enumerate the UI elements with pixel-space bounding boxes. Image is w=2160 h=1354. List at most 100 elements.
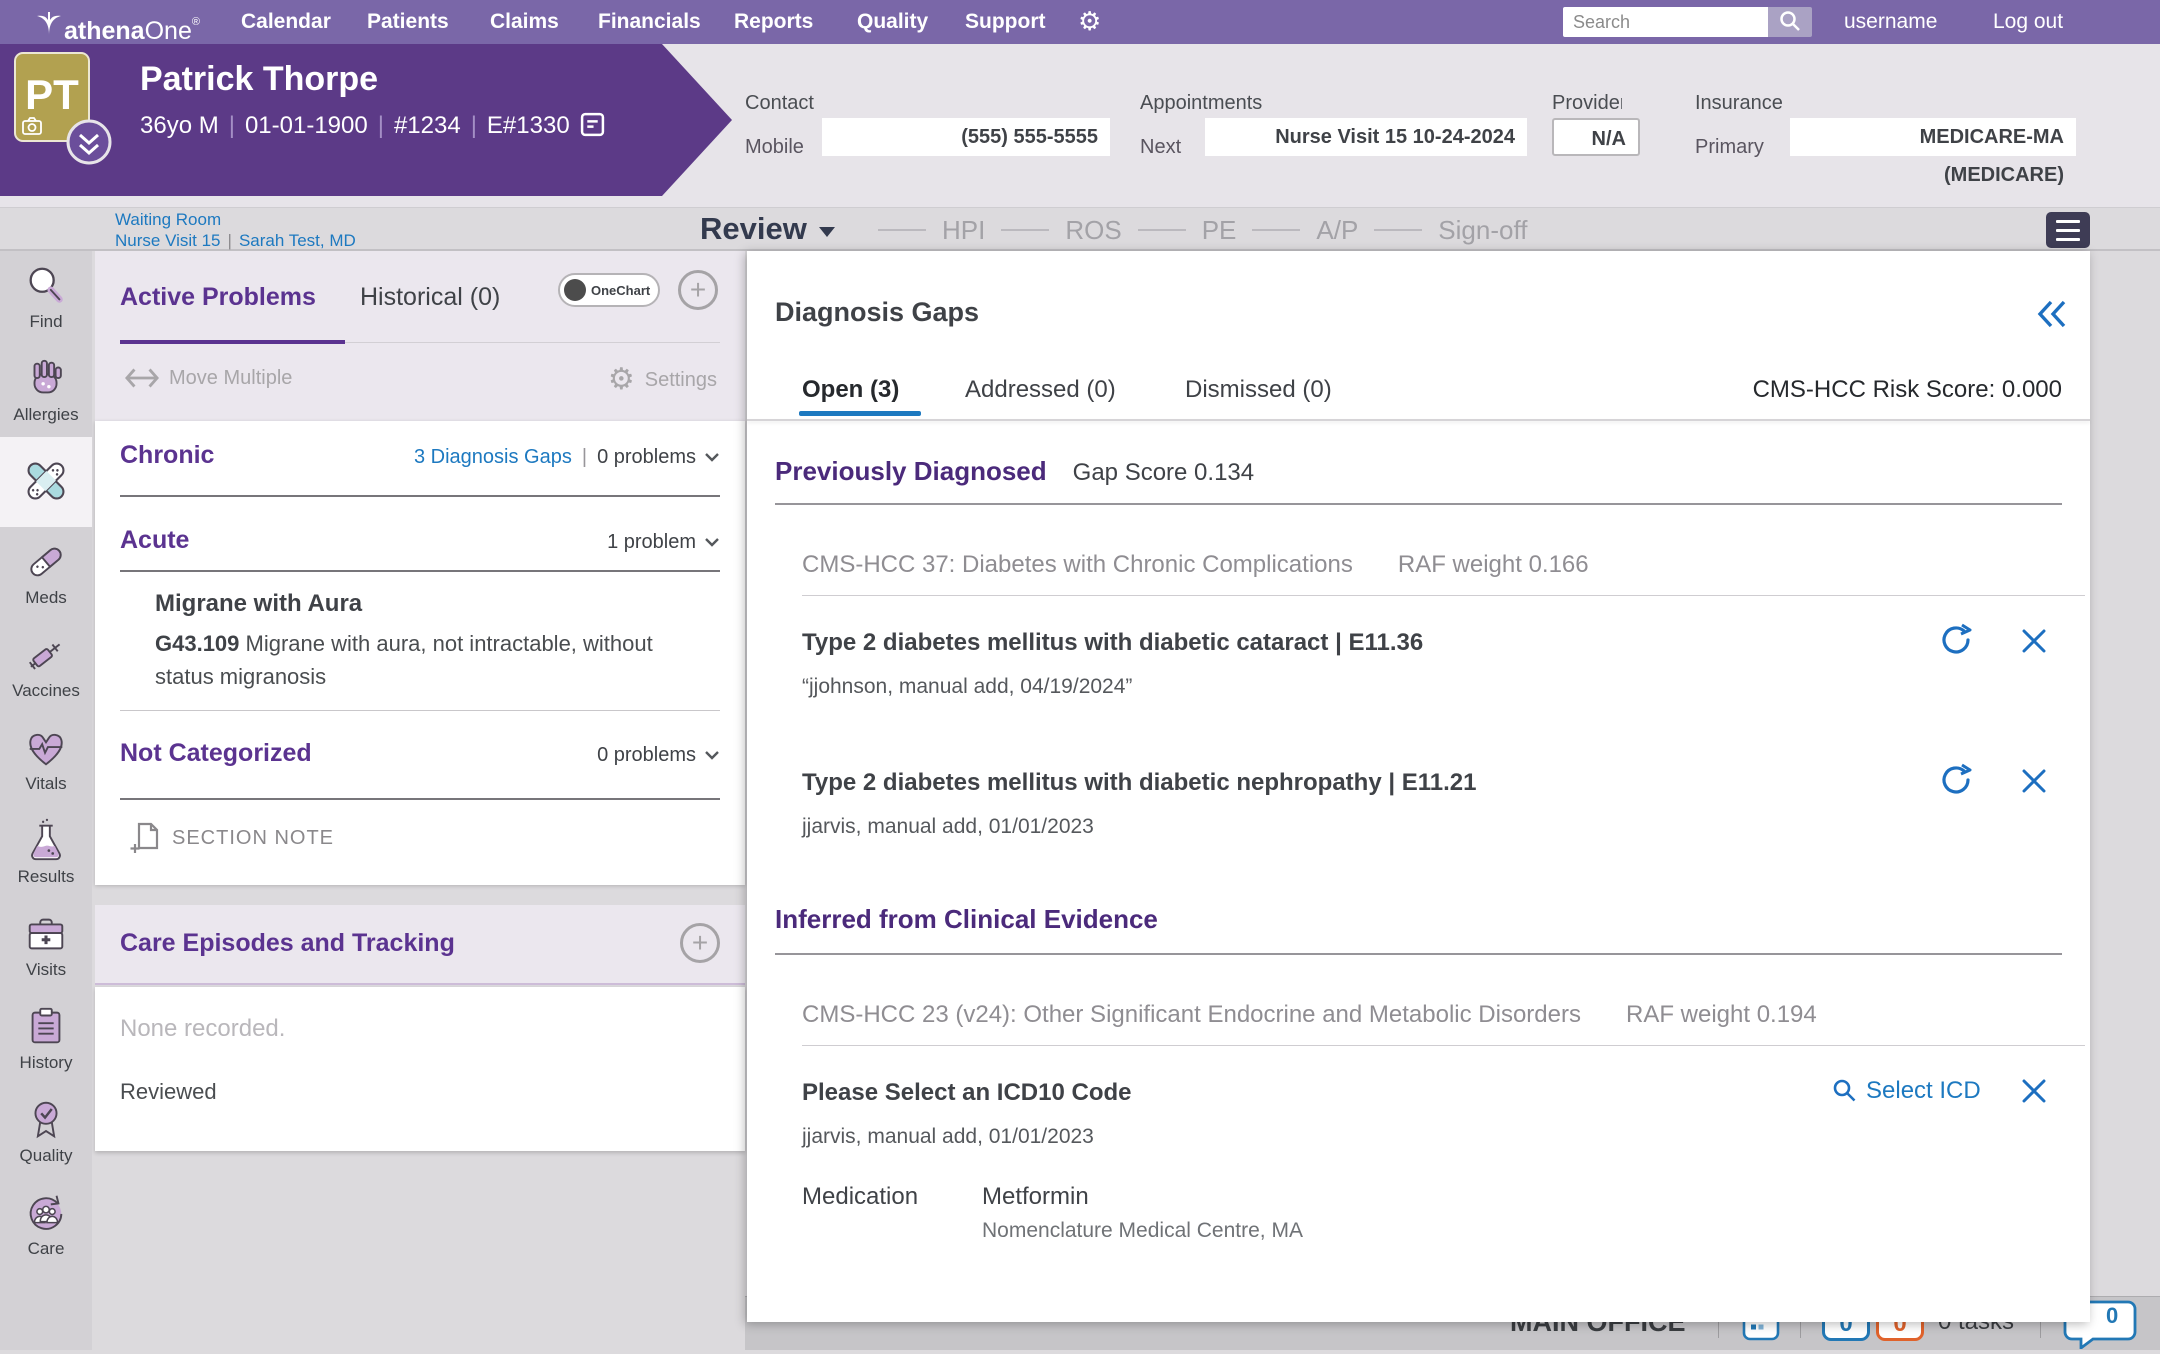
tab-addressed[interactable]: Addressed (0) (965, 376, 1116, 404)
chronic-section-row: Chronic 3 Diagnosis Gaps | 0 problems (120, 441, 720, 470)
brand-registered: ® (192, 16, 200, 28)
next-appointment-value[interactable]: Nurse Visit 15 10-24-2024 (1205, 118, 1527, 156)
sidebar-label: Find (29, 312, 62, 332)
logout-link[interactable]: Log out (1993, 0, 2063, 44)
acute-section-row: Acute 1 problem (120, 526, 720, 555)
sidebar-label: Results (18, 867, 75, 887)
sidebar-item-history[interactable]: History (0, 992, 92, 1085)
menu-hamburger-button[interactable] (2046, 212, 2090, 248)
sidebar-item-allergies[interactable]: Allergies (0, 344, 92, 437)
stage-review-dropdown[interactable]: Review (700, 208, 835, 252)
encounter-note-icon[interactable] (580, 116, 605, 143)
active-tab-underline (120, 340, 345, 344)
search-input[interactable] (1563, 7, 1768, 37)
search-icon (1778, 9, 1802, 33)
nav-patients[interactable]: Patients (367, 0, 449, 44)
sidebar-item-meds[interactable]: Meds (0, 527, 92, 620)
not-categorized-section-title[interactable]: Not Categorized (120, 739, 312, 768)
brand-wordmark[interactable]: athenaOne® (64, 0, 200, 44)
collapse-banner-button[interactable] (66, 119, 112, 165)
username-menu[interactable]: username (1844, 0, 1937, 44)
onechart-label: OneChart (591, 283, 650, 298)
magnifier-icon (23, 263, 69, 309)
tab-historical[interactable]: Historical (0) (360, 283, 500, 312)
settings-gear-icon[interactable]: ⚙ (1078, 0, 1101, 44)
step-ap[interactable]: A/P (1316, 215, 1358, 246)
step-pe[interactable]: PE (1202, 215, 1237, 246)
problem-title[interactable]: Migrane with Aura (155, 590, 362, 618)
global-search (1563, 7, 1768, 37)
waiting-room-link[interactable]: Waiting Room (115, 210, 221, 229)
sidebar-item-quality[interactable]: Quality (0, 1085, 92, 1178)
care-episodes-reviewed[interactable]: Reviewed (120, 1079, 217, 1105)
nurse-visit-link[interactable]: Nurse Visit 15 (115, 231, 221, 250)
provider-name-link[interactable]: Sarah Test, MD (239, 231, 356, 250)
hand-icon (23, 356, 69, 402)
sidebar-item-care[interactable]: Care (0, 1178, 92, 1271)
add-care-episode-button[interactable]: + (680, 923, 720, 963)
step-connector (878, 229, 926, 231)
chevron-down-icon (819, 227, 835, 237)
search-icon (1832, 1078, 1858, 1104)
sidebar-item-find[interactable]: Find (0, 251, 92, 344)
sidebar-item-results[interactable]: Results (0, 806, 92, 899)
toggle-knob (564, 279, 586, 301)
sidebar-label: Vaccines (12, 681, 80, 701)
care-team-icon (23, 1190, 69, 1236)
mobile-value[interactable]: (555) 555-5555 (822, 118, 1110, 156)
nav-claims[interactable]: Claims (490, 0, 559, 44)
sidebar-item-vitals[interactable]: Vitals (0, 713, 92, 806)
dismiss-gap-button[interactable] (2019, 766, 2049, 799)
not-categorized-problem-count[interactable]: 0 problems (597, 744, 696, 767)
nav-support[interactable]: Support (965, 0, 1045, 44)
diagnosis-gaps-link[interactable]: 3 Diagnosis Gaps (414, 446, 572, 469)
readdress-gap-button[interactable] (1939, 623, 1975, 662)
tab-dismissed[interactable]: Dismissed (0) (1185, 376, 1332, 404)
step-ros[interactable]: ROS (1065, 215, 1121, 246)
gap-item-meta: jjarvis, manual add, 01/01/2023 (802, 815, 1094, 839)
chronic-problem-count[interactable]: 0 problems (597, 446, 696, 469)
nav-reports[interactable]: Reports (734, 0, 813, 44)
readdress-gap-button[interactable] (1939, 763, 1975, 802)
close-icon (2019, 1076, 2049, 1106)
step-hpi[interactable]: HPI (942, 215, 985, 246)
acute-section-title[interactable]: Acute (120, 526, 189, 555)
nav-quality[interactable]: Quality (857, 0, 928, 44)
move-arrows-icon (125, 365, 159, 391)
dismiss-gap-button[interactable] (2019, 1076, 2049, 1109)
settings-button[interactable]: ⚙ Settings (608, 365, 717, 395)
search-button[interactable] (1768, 7, 1812, 37)
collapse-panel-icon[interactable] (2035, 299, 2069, 334)
tab-active-problems[interactable]: Active Problems (120, 283, 316, 312)
chronic-section-title[interactable]: Chronic (120, 441, 214, 470)
diagnosis-gaps-panel: Diagnosis Gaps Open (3) Addressed (0) Di… (747, 251, 2090, 1322)
step-signoff[interactable]: Sign-off (1438, 215, 1527, 246)
separator: | (229, 112, 235, 139)
tab-open[interactable]: Open (3) (802, 376, 899, 404)
add-problem-button[interactable]: + (678, 270, 718, 310)
primary-insurance-value[interactable]: MEDICARE-MA (MEDICARE) (1790, 118, 2076, 156)
sidebar-label: Quality (20, 1146, 73, 1166)
sidebar-item-visits[interactable]: Visits (0, 899, 92, 992)
move-multiple-button[interactable]: Move Multiple (125, 365, 292, 391)
insurance-header: Insurance (1695, 92, 1783, 115)
close-icon (2019, 766, 2049, 796)
acute-problem-count[interactable]: 1 problem (607, 531, 696, 554)
redo-icon (1939, 763, 1975, 799)
section-note-button[interactable]: SECTION NOTE (130, 821, 334, 855)
nav-financials[interactable]: Financials (598, 0, 701, 44)
patient-header: PT Patrick Thorpe 36yo M|01-01-1900|#123… (0, 44, 2160, 207)
gear-icon: ⚙ (608, 365, 635, 395)
divider (775, 503, 2062, 505)
select-icd-button[interactable]: Select ICD (1832, 1077, 1981, 1105)
onechart-toggle[interactable]: OneChart (558, 273, 660, 307)
sidebar-item-problems-active[interactable] (0, 437, 92, 527)
camera-icon (22, 117, 42, 135)
provider-value[interactable]: N/A (1552, 118, 1640, 156)
dismiss-gap-button[interactable] (2019, 626, 2049, 659)
nav-calendar[interactable]: Calendar (241, 0, 331, 44)
sidebar-item-vaccines[interactable]: Vaccines (0, 620, 92, 713)
redo-icon (1939, 623, 1975, 659)
encounter-workflow-bar: Waiting Room Nurse Visit 15|Sarah Test, … (0, 207, 2160, 251)
sidebar-label: Visits (26, 960, 66, 980)
